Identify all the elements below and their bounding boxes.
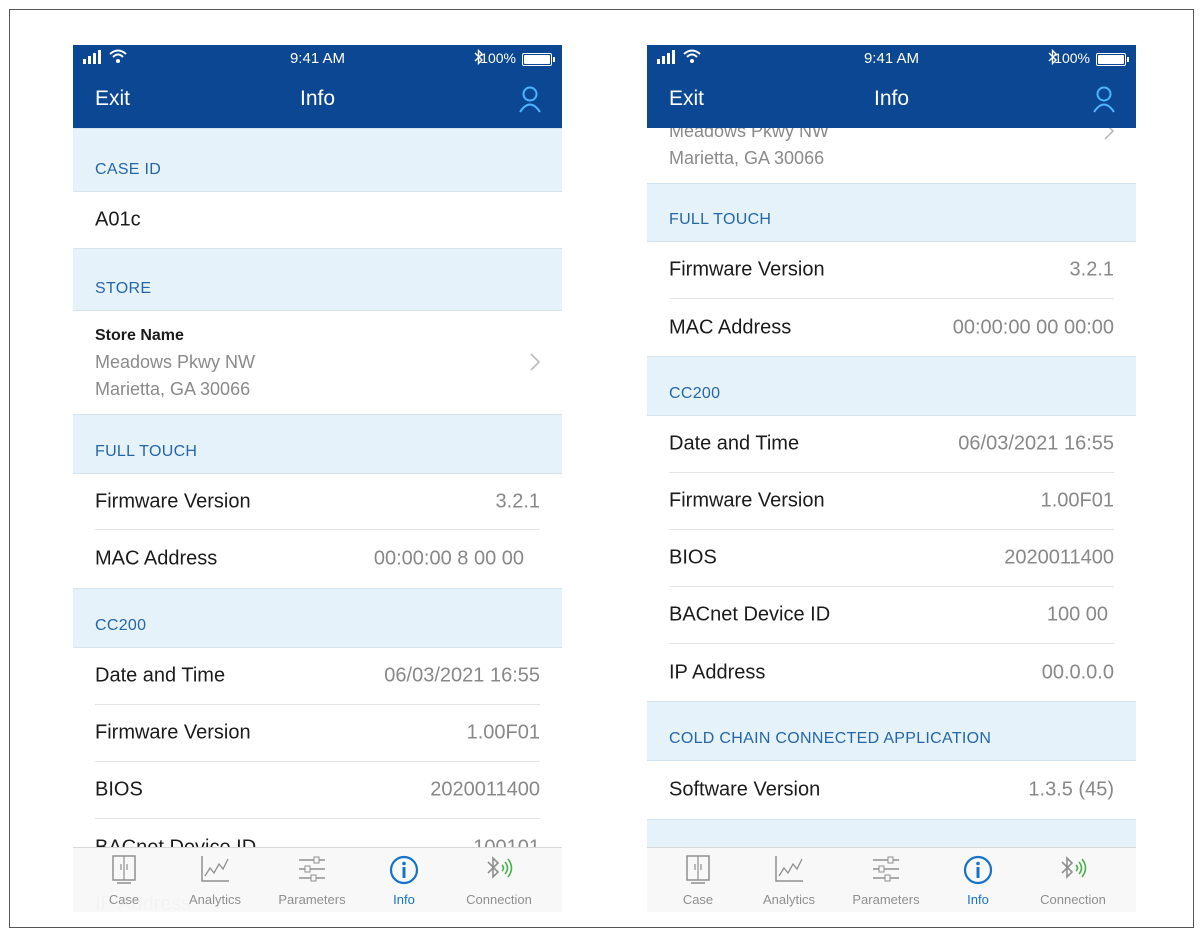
tab-info[interactable]: Info — [933, 852, 1023, 910]
case-id-value: A01c — [95, 208, 141, 231]
bios-row: BIOS 2020011400 — [669, 530, 1114, 587]
tab-connection[interactable]: Connection — [1028, 852, 1118, 910]
store-row[interactable]: Store Name Meadows Pkwy NW Marietta, GA … — [73, 311, 562, 414]
date-time-row: Date and Time 06/03/2021 16:55 — [669, 416, 1114, 473]
store-address-line1: Meadows Pkwy NW — [95, 352, 256, 372]
tab-analytics[interactable]: Analytics — [170, 852, 260, 910]
tab-bar: Case Analytics Parameters Info Connectio… — [647, 847, 1136, 912]
user-icon[interactable] — [1092, 85, 1116, 113]
analytics-icon — [775, 856, 803, 882]
connection-icon — [1061, 856, 1087, 879]
store-row[interactable]: Meadows Pkwy NW Marietta, GA 30066 — [647, 128, 1136, 183]
parameters-icon — [299, 856, 325, 882]
store-address-line2: Marietta, GA 30066 — [669, 148, 825, 168]
case-icon — [112, 855, 136, 884]
cc200-firmware-row: Firmware Version 1.00F01 — [95, 705, 540, 762]
info-list[interactable]: CASE ID A01c STORE Store Name Meadows Pk… — [73, 128, 562, 848]
battery-percent: 100% — [1054, 50, 1090, 66]
tab-case[interactable]: Case — [653, 852, 743, 910]
chevron-right-icon — [530, 353, 540, 371]
connection-icon — [487, 856, 513, 879]
section-header-full-touch: FULL TOUCH — [647, 183, 1136, 242]
battery-icon — [522, 53, 555, 66]
software-version-row: Software Version 1.3.5 (45) — [669, 761, 1114, 819]
store-address-line1: Meadows Pkwy NW — [669, 128, 830, 141]
tab-bar: Case Analytics Parameters Info Connectio… — [73, 847, 562, 912]
ip-address-row: IP Address 00.0.0.0 — [669, 644, 1114, 701]
chevron-right-icon — [1104, 128, 1114, 140]
mac-address-row: MAC Address 00:00:00 00 00:00 — [669, 299, 1114, 356]
page-title: Info — [873, 87, 910, 110]
status-bar: 9:41 AM 100% — [647, 45, 1136, 73]
nav-bar: Exit Info — [73, 73, 562, 128]
battery-percent: 100% — [480, 50, 516, 66]
nav-bar: Exit Info — [647, 73, 1136, 128]
status-bar: 9:41 AM 100% — [73, 45, 562, 73]
section-header-cc200: CC200 — [647, 356, 1136, 416]
section-header-store: STORE — [73, 248, 562, 311]
bacnet-row: BACnet Device ID 100 00 — [669, 587, 1114, 644]
phone-screen-right: 9:41 AM 100% Exit Info Meadows Pkwy NW M… — [647, 45, 1136, 912]
info-icon — [963, 855, 993, 885]
firmware-version-row: Firmware Version 3.2.1 — [95, 474, 540, 530]
tab-analytics[interactable]: Analytics — [744, 852, 834, 910]
date-time-row: Date and Time 06/03/2021 16:55 — [95, 648, 540, 705]
section-header-cold-chain: COLD CHAIN CONNECTED APPLICATION — [647, 701, 1136, 761]
section-header-cc200: CC200 — [73, 588, 562, 648]
store-address-line2: Marietta, GA 30066 — [95, 379, 251, 399]
section-header-full-touch: FULL TOUCH — [73, 414, 562, 474]
bacnet-row: BACnet Device ID 100101 — [95, 819, 540, 848]
cc200-firmware-row: Firmware Version 1.00F01 — [669, 473, 1114, 530]
tab-connection[interactable]: Connection — [454, 852, 544, 910]
analytics-icon — [201, 856, 229, 882]
tab-parameters[interactable]: Parameters — [841, 852, 931, 910]
info-list-scrolled[interactable]: Meadows Pkwy NW Marietta, GA 30066 FULL … — [647, 128, 1136, 848]
tab-parameters[interactable]: Parameters — [267, 852, 357, 910]
user-icon[interactable] — [518, 85, 542, 113]
bios-row: BIOS 2020011400 — [95, 762, 540, 819]
store-name-label: Store Name — [95, 327, 184, 344]
battery-icon — [1096, 53, 1129, 66]
case-icon — [686, 855, 710, 884]
page-title: Info — [299, 87, 336, 110]
case-id-row: A01c — [73, 192, 562, 248]
firmware-version-row: Firmware Version 3.2.1 — [669, 242, 1114, 299]
tab-case[interactable]: Case — [79, 852, 169, 910]
info-icon — [389, 855, 419, 885]
mac-address-row: MAC Address 00:00:00 8 00 00 — [95, 530, 540, 588]
tab-info[interactable]: Info — [359, 852, 449, 910]
section-header-empty — [647, 819, 1136, 848]
parameters-icon — [873, 856, 899, 882]
phone-screen-left: 9:41 AM 100% Exit Info CASE ID A01c STOR… — [73, 45, 562, 912]
section-header-case-id: CASE ID — [73, 128, 562, 192]
